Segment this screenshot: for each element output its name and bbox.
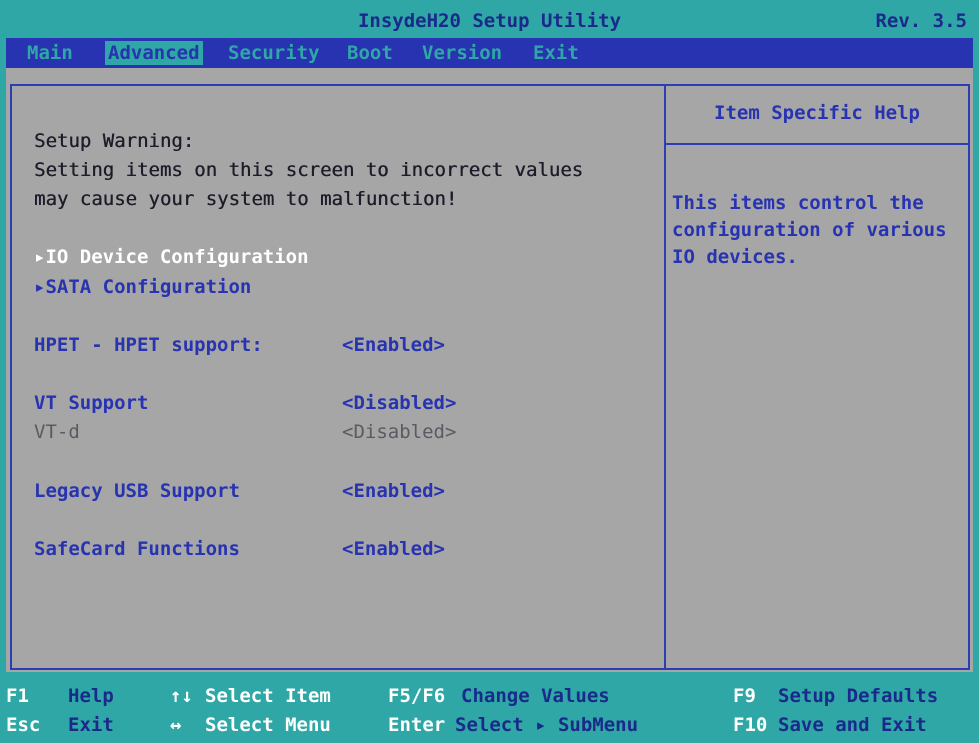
tab-security[interactable]: Security (225, 41, 323, 65)
title-bar: InsydeH20 Setup Utility Rev. 3.5 (0, 0, 979, 38)
tab-version[interactable]: Version (419, 41, 505, 65)
app-title: InsydeH20 Setup Utility (357, 10, 622, 32)
settings-panel: Setup Warning: Setting items on this scr… (10, 84, 666, 670)
f1-key: F1 (6, 685, 29, 707)
vt-support-value[interactable]: <Disabled> (342, 392, 456, 414)
enter-key: Enter (388, 714, 446, 736)
safecard-functions-value[interactable]: <Enabled> (342, 538, 445, 560)
f9-key: F9 (733, 685, 756, 707)
select-submenu-desc: Select ▸ SubMenu (455, 714, 639, 736)
tab-main[interactable]: Main (24, 41, 76, 65)
f1-help-desc: Help (68, 685, 114, 707)
tab-boot[interactable]: Boot (344, 41, 396, 65)
help-title: Item Specific Help (714, 102, 920, 124)
f10-key: F10 (733, 714, 768, 736)
esc-exit-desc: Exit (68, 714, 114, 736)
help-divider (666, 143, 968, 145)
select-item-desc: Select Item (205, 685, 331, 707)
hpet-support-label: HPET - HPET support: (34, 334, 263, 356)
f5f6-key: F5/F6 (388, 685, 446, 707)
legacy-usb-support-label: Legacy USB Support (34, 480, 240, 502)
tab-advanced[interactable]: Advanced (105, 41, 203, 65)
esc-key: Esc (6, 714, 41, 736)
updown-arrows-icon: ↑↓ (170, 685, 193, 707)
revision-label: Rev. 3.5 (875, 10, 967, 32)
vt-support-label: VT Support (34, 392, 149, 414)
leftright-arrows-icon: ↔ (170, 714, 182, 736)
hpet-support-value[interactable]: <Enabled> (342, 334, 445, 356)
warning-text-line1: Setting items on this screen to incorrec… (34, 159, 584, 181)
help-panel: Item Specific Help This items control th… (666, 84, 970, 670)
main-frame: Setup Warning: Setting items on this scr… (6, 68, 973, 672)
select-menu-desc: Select Menu (205, 714, 331, 736)
setup-defaults-desc: Setup Defaults (778, 685, 939, 707)
vt-d-value: <Disabled> (342, 421, 457, 443)
menu-bar: Main Advanced Security Boot Version Exit (6, 38, 973, 68)
help-text: This items control the configuration of … (672, 192, 947, 268)
save-and-exit-desc: Save and Exit (778, 714, 927, 736)
key-legend: F1 Help Esc Exit ↑↓ Select Item ↔ Select… (0, 672, 979, 743)
tab-exit[interactable]: Exit (530, 41, 582, 65)
vt-d-label: VT-d (34, 421, 80, 443)
warning-heading: Setup Warning: (34, 130, 195, 152)
change-values-desc: Change Values (461, 685, 610, 707)
sata-configuration-link[interactable]: ▸SATA Configuration (34, 276, 251, 298)
warning-text-line2: may cause your system to malfunction! (34, 188, 458, 210)
safecard-functions-label: SafeCard Functions (34, 538, 240, 560)
io-device-configuration-link[interactable]: ▸IO Device Configuration (34, 246, 309, 268)
legacy-usb-support-value[interactable]: <Enabled> (342, 480, 445, 502)
